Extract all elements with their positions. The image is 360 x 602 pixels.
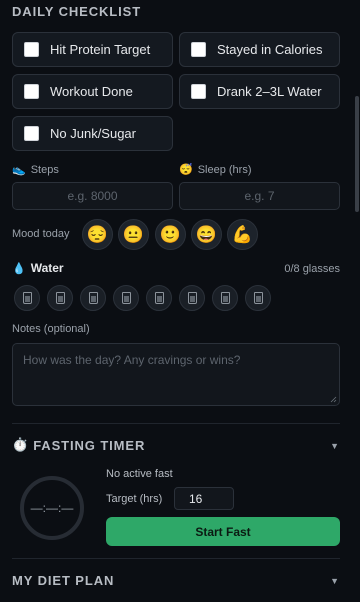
checklist-item-label: No Junk/Sugar — [50, 126, 136, 141]
diet-plan-title[interactable]: MY DIET PLAN — [12, 573, 114, 588]
water-count: 0/8 glasses — [284, 263, 340, 275]
checkbox[interactable] — [191, 84, 206, 99]
checklist-item-label: Stayed in Calories — [217, 42, 323, 57]
shoe-icon: 👟 — [12, 164, 26, 176]
checklist-item-label: Drank 2–3L Water — [217, 84, 322, 99]
water-heading: 💧 Water — [12, 261, 64, 275]
fasting-status: No active fast — [106, 468, 173, 480]
glass-icon — [154, 292, 164, 304]
steps-label-text: Steps — [30, 163, 59, 176]
mood-button-sad[interactable]: 😔 — [82, 219, 113, 250]
mood-button-neutral[interactable]: 😐 — [118, 219, 149, 250]
glass-icon — [253, 292, 263, 304]
glass-icon — [88, 292, 98, 304]
checklist-item-calories[interactable]: Stayed in Calories — [179, 32, 340, 67]
water-glass-4[interactable] — [113, 285, 139, 311]
water-glass-6[interactable] — [179, 285, 205, 311]
glass-icon — [121, 292, 131, 304]
grin-face-icon: 😄 — [195, 224, 218, 244]
glass-icon — [22, 292, 32, 304]
mood-label: Mood today — [12, 228, 70, 240]
checkbox[interactable] — [24, 42, 39, 57]
scrollbar-thumb[interactable] — [355, 96, 359, 212]
checklist-item-water[interactable]: Drank 2–3L Water — [179, 74, 340, 109]
fasting-timer-text: —:—:— — [30, 501, 74, 515]
notes-label: Notes (optional) — [12, 323, 90, 335]
checklist-item-protein[interactable]: Hit Protein Target — [12, 32, 173, 67]
glass-icon — [187, 292, 197, 304]
divider — [12, 558, 340, 559]
target-hours-input[interactable]: 16 — [174, 487, 234, 510]
water-glass-7[interactable] — [212, 285, 238, 311]
sad-face-icon: 😔 — [86, 224, 109, 244]
sleep-label: 😴 Sleep (hrs) — [179, 163, 252, 177]
water-label: Water — [30, 261, 64, 275]
droplet-icon: 💧 — [12, 262, 26, 275]
checklist-item-label: Workout Done — [50, 84, 133, 99]
target-label: Target (hrs) — [106, 493, 163, 505]
fasting-section-header[interactable]: ⏱️ FASTING TIMER — [12, 437, 145, 453]
checklist-item-label: Hit Protein Target — [50, 42, 151, 57]
mood-button-content[interactable]: 🙂 — [155, 219, 186, 250]
checklist-title: DAILY CHECKLIST — [12, 4, 142, 19]
smile-face-icon: 🙂 — [159, 224, 182, 244]
sleep-label-text: Sleep (hrs) — [197, 163, 252, 176]
chevron-down-icon[interactable]: ▼ — [330, 576, 339, 586]
resize-handle-icon[interactable] — [330, 396, 337, 403]
checkbox[interactable] — [24, 84, 39, 99]
checklist-item-no-junk[interactable]: No Junk/Sugar — [12, 116, 173, 151]
water-glass-8[interactable] — [245, 285, 271, 311]
mood-button-strong[interactable]: 💪 — [227, 219, 258, 250]
steps-input[interactable]: e.g. 8000 — [12, 182, 173, 210]
steps-label: 👟 Steps — [12, 163, 59, 177]
glass-icon — [220, 292, 230, 304]
water-glass-5[interactable] — [146, 285, 172, 311]
neutral-face-icon: 😐 — [122, 224, 145, 244]
checkbox[interactable] — [24, 126, 39, 141]
water-glass-2[interactable] — [47, 285, 73, 311]
flexed-arm-icon: 💪 — [231, 224, 254, 244]
checkbox[interactable] — [191, 42, 206, 57]
fasting-title: FASTING TIMER — [33, 437, 146, 453]
stopwatch-icon: ⏱️ — [12, 437, 29, 452]
sleepy-face-icon: 😴 — [179, 164, 193, 176]
glass-icon — [55, 292, 65, 304]
notes-placeholder: How was the day? Any cravings or wins? — [23, 353, 241, 367]
chevron-down-icon[interactable]: ▼ — [330, 441, 339, 451]
checklist-item-workout[interactable]: Workout Done — [12, 74, 173, 109]
notes-textarea[interactable]: How was the day? Any cravings or wins? — [12, 343, 340, 406]
sleep-input[interactable]: e.g. 7 — [179, 182, 340, 210]
mood-button-happy[interactable]: 😄 — [191, 219, 222, 250]
water-glass-1[interactable] — [14, 285, 40, 311]
divider — [12, 423, 340, 424]
water-glass-3[interactable] — [80, 285, 106, 311]
start-fast-button[interactable]: Start Fast — [106, 517, 340, 546]
